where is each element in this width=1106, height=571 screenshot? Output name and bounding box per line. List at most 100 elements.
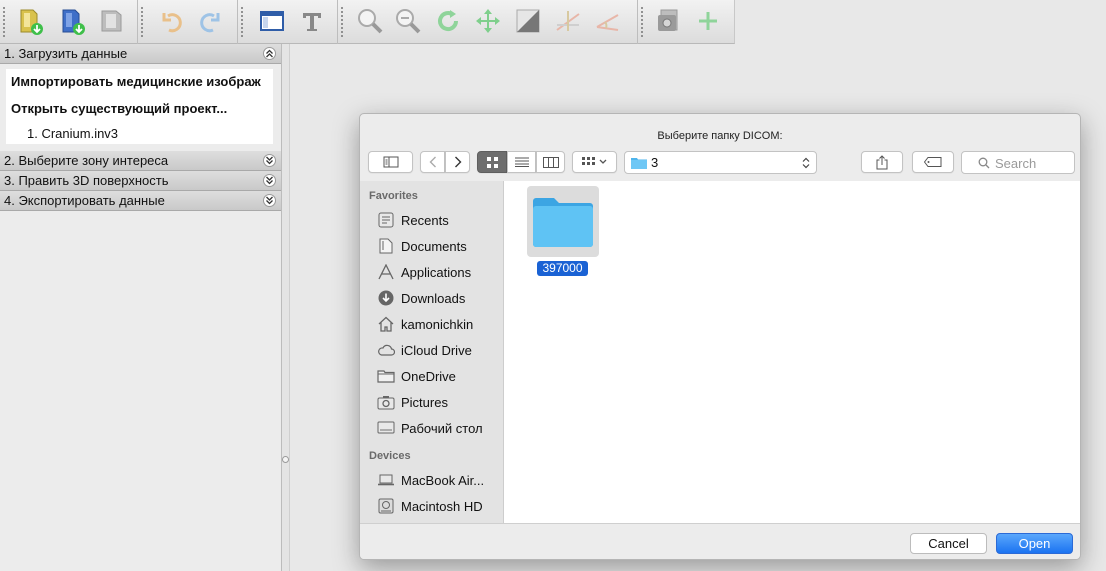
sidebar-item-label: kamonichkin xyxy=(401,316,474,332)
folder-item-name[interactable]: 397000 xyxy=(537,261,588,276)
sidebar-item-macbook[interactable]: MacBook Air... xyxy=(360,467,503,493)
section-edit-3d-header[interactable]: 3. Править 3D поверхность xyxy=(0,171,281,191)
laptop-icon xyxy=(378,474,394,486)
cancel-button[interactable]: Cancel xyxy=(910,533,987,554)
grid-view-icon xyxy=(486,156,498,168)
favorites-header: Favorites xyxy=(369,190,418,202)
panel-splitter[interactable] xyxy=(282,44,290,571)
section-export-header[interactable]: 4. Экспортировать данные xyxy=(0,191,281,211)
finder-sidebar: Favorites Recents Documents Applications… xyxy=(360,181,504,523)
sidebar-item-label: Рабочий стол xyxy=(401,420,483,436)
sidebar-toggle-button[interactable] xyxy=(368,151,413,173)
column-view-button[interactable] xyxy=(536,151,565,173)
section-load-data-header[interactable]: 1. Загрузить данные xyxy=(0,44,281,64)
toolbar-group-extra xyxy=(638,0,735,44)
sidebar-item-icloud[interactable]: iCloud Drive xyxy=(360,337,503,363)
workflow-sidebar: 1. Загрузить данные Импортировать медици… xyxy=(0,44,282,571)
toolbar-grip[interactable] xyxy=(140,6,144,38)
tag-icon xyxy=(924,157,942,167)
toolbar-group-project xyxy=(0,0,138,44)
redo-icon[interactable] xyxy=(194,5,226,37)
section-select-roi-label: 2. Выберите зону интереса xyxy=(4,153,169,168)
chevron-up-icon[interactable] xyxy=(263,47,276,60)
folder-icon xyxy=(631,158,647,169)
toolbar-group-history xyxy=(138,0,238,44)
splitter-handle[interactable] xyxy=(282,456,289,463)
chevron-down-icon[interactable] xyxy=(263,194,276,207)
screenshot-icon[interactable] xyxy=(652,5,684,37)
camera-icon xyxy=(377,396,395,410)
applications-icon xyxy=(378,264,394,280)
chevron-left-icon xyxy=(429,156,436,168)
measure-distance-icon[interactable] xyxy=(552,5,584,37)
zoom-out-icon[interactable] xyxy=(392,5,424,37)
sidebar-item-label: Downloads xyxy=(401,290,466,306)
desktop-icon xyxy=(377,421,395,434)
toolbar-grip[interactable] xyxy=(340,6,344,38)
recents-icon xyxy=(378,212,394,228)
dialog-footer: Cancel Open xyxy=(360,523,1080,559)
section-edit-3d-label: 3. Править 3D поверхность xyxy=(4,173,169,188)
folder-item-397000[interactable] xyxy=(527,186,599,257)
save-project-icon[interactable] xyxy=(96,5,128,37)
undo-icon[interactable] xyxy=(156,5,188,37)
toolbar-group-tools xyxy=(338,0,638,44)
import-images-icon[interactable] xyxy=(14,5,46,37)
zoom-in-icon[interactable] xyxy=(354,5,386,37)
list-view-icon xyxy=(514,157,529,167)
import-medical-images-link[interactable]: Импортировать медицинские изображ xyxy=(11,74,268,101)
sidebar-item-pictures[interactable]: Pictures xyxy=(360,389,503,415)
rotate-icon[interactable] xyxy=(432,5,464,37)
open-project-icon[interactable] xyxy=(56,5,88,37)
share-button[interactable] xyxy=(861,151,903,173)
sidebar-item-applications[interactable]: Applications xyxy=(360,259,503,285)
section-export-label: 4. Экспортировать данные xyxy=(4,193,165,208)
back-button[interactable] xyxy=(420,151,445,173)
hard-drive-icon xyxy=(378,498,394,514)
sidebar-item-documents[interactable]: Documents xyxy=(360,233,503,259)
section-select-roi-header[interactable]: 2. Выберите зону интереса xyxy=(0,151,281,171)
text-icon[interactable] xyxy=(296,5,328,37)
pan-icon[interactable] xyxy=(472,5,504,37)
load-data-panel: Импортировать медицинские изображ Открыт… xyxy=(6,69,273,144)
sidebar-toggle-icon xyxy=(383,156,398,168)
current-folder-name: 3 xyxy=(651,155,659,170)
chevron-down-icon xyxy=(599,159,607,164)
toolbar-grip[interactable] xyxy=(640,6,644,38)
column-view-icon xyxy=(542,156,559,168)
arrange-button[interactable] xyxy=(572,151,617,173)
toolbar-grip[interactable] xyxy=(2,6,6,38)
tags-button[interactable] xyxy=(912,151,954,173)
main-toolbar xyxy=(0,0,735,44)
home-icon xyxy=(378,316,394,332)
downloads-icon xyxy=(378,290,394,306)
contrast-icon[interactable] xyxy=(512,5,544,37)
sidebar-item-label: iCloud Drive xyxy=(401,342,472,358)
recent-project-item[interactable]: 1. Cranium.inv3 xyxy=(11,126,268,141)
sidebar-item-downloads[interactable]: Downloads xyxy=(360,285,503,311)
sidebar-item-label: MacBook Air... xyxy=(401,472,485,488)
forward-button[interactable] xyxy=(445,151,470,173)
list-view-button[interactable] xyxy=(507,151,536,173)
folder-icon xyxy=(533,197,593,247)
sidebar-item-label: Macintosh HD xyxy=(401,498,483,514)
add-icon[interactable] xyxy=(692,5,724,37)
sidebar-item-home[interactable]: kamonichkin xyxy=(360,311,503,337)
sidebar-item-macintosh-hd[interactable]: Macintosh HD xyxy=(360,493,503,519)
measure-angle-icon[interactable] xyxy=(592,5,624,37)
file-browser: 397000 xyxy=(504,181,1080,523)
sidebar-item-recents[interactable]: Recents xyxy=(360,207,503,233)
icon-view-button[interactable] xyxy=(477,151,507,173)
chevron-down-icon[interactable] xyxy=(263,154,276,167)
search-field[interactable]: Search xyxy=(961,151,1075,174)
show-panel-icon[interactable] xyxy=(256,5,288,37)
open-button[interactable]: Open xyxy=(996,533,1073,554)
open-existing-project-link[interactable]: Открыть существующий проект... xyxy=(11,101,268,128)
sidebar-item-onedrive[interactable]: OneDrive xyxy=(360,363,503,389)
sidebar-item-label: Applications xyxy=(401,264,472,280)
toolbar-grip[interactable] xyxy=(240,6,244,38)
chevron-down-icon[interactable] xyxy=(263,174,276,187)
folder-icon xyxy=(377,370,395,383)
sidebar-item-desktop[interactable]: Рабочий стол xyxy=(360,415,503,441)
current-folder-popup[interactable]: 3 xyxy=(624,151,817,174)
